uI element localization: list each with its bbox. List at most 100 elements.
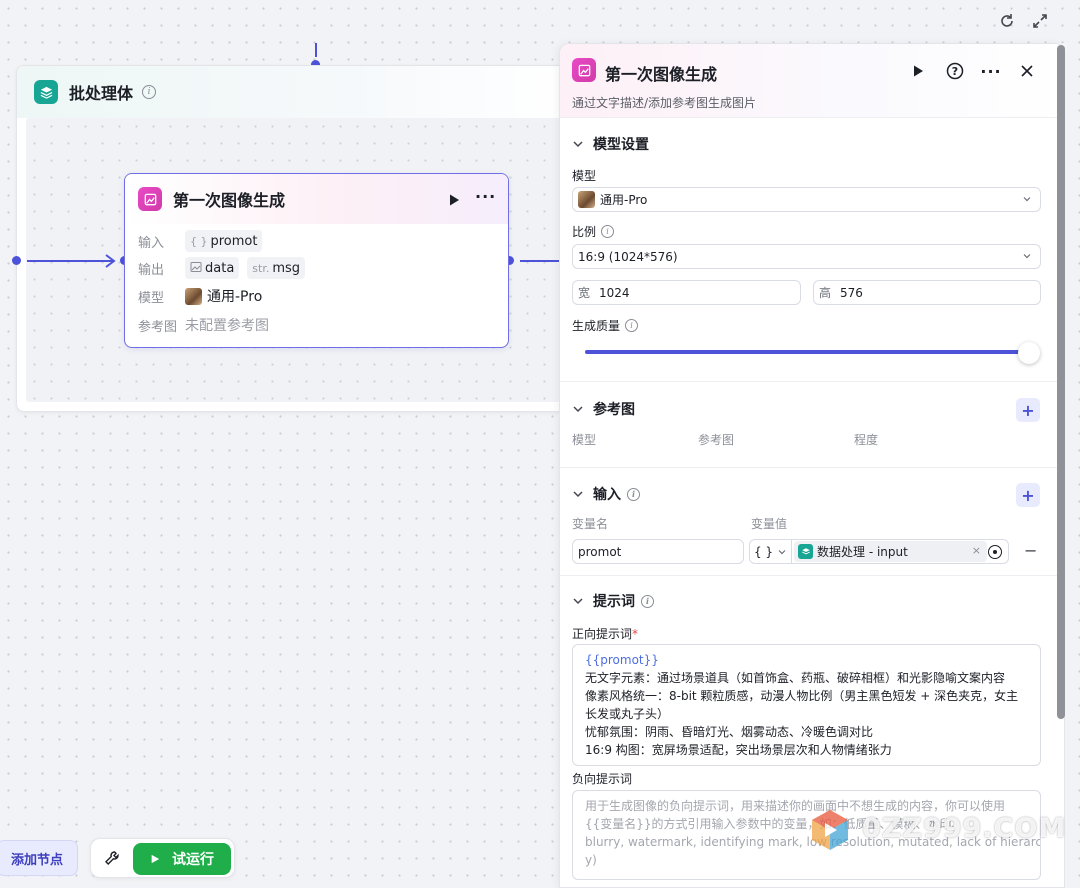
batch-title: 批处理体 bbox=[69, 84, 134, 103]
panel-image-gen-icon bbox=[572, 58, 596, 82]
inputs-info-icon[interactable]: i bbox=[627, 487, 640, 501]
ratio-info-icon[interactable]: i bbox=[601, 225, 615, 238]
panel-title: 第一次图像生成 bbox=[605, 65, 718, 84]
node-ref-row: 参考图 未配置参考图 bbox=[138, 315, 269, 335]
refresh-icon[interactable] bbox=[996, 10, 1018, 32]
fullscreen-icon[interactable] bbox=[1029, 10, 1051, 32]
negative-label: 负向提示词 bbox=[572, 772, 633, 786]
quality-slider-fill bbox=[585, 350, 1029, 354]
width-prefix: 宽 bbox=[578, 286, 591, 300]
panel-more-icon[interactable]: ··· bbox=[980, 60, 1002, 82]
col-var-value: 变量值 bbox=[751, 517, 788, 531]
model-select-value: 通用-Pro bbox=[600, 193, 648, 207]
add-reference-button[interactable]: + bbox=[1016, 398, 1040, 422]
chevron-down-icon bbox=[573, 406, 583, 413]
prompt-line: {{promot}} bbox=[585, 653, 659, 667]
test-run-button[interactable]: 试运行 bbox=[133, 843, 231, 875]
svg-text:?: ? bbox=[952, 65, 958, 78]
chevron-down-icon bbox=[573, 141, 583, 148]
positive-prompt-textarea[interactable]: {{promot}} 无文字元素：通过场景道具（如首饰盒、药瓶、破碎相框）和光影… bbox=[572, 644, 1041, 766]
chevron-down-icon bbox=[1023, 197, 1031, 202]
layers-icon bbox=[34, 80, 58, 104]
prompt-line: 16:9 构图：宽屏场景适配，突出场景层次和人物情绪张力 bbox=[585, 743, 892, 757]
clear-icon[interactable]: × bbox=[972, 544, 981, 557]
ratio-select[interactable]: 16:9 (1024*576) bbox=[572, 244, 1041, 269]
prompt-section[interactable]: 提示词 i bbox=[572, 591, 654, 611]
var-name-value: promot bbox=[578, 544, 622, 559]
width-input[interactable]: 宽 1024 bbox=[572, 280, 801, 305]
node-output-row: 输出 data str. msg bbox=[138, 257, 313, 279]
quality-label: 生成质量 bbox=[572, 319, 621, 333]
prompt-line: 忧郁氛围：阴雨、昏暗灯光、烟雾动态、冷暖色调对比 bbox=[585, 725, 874, 739]
image-gen-node[interactable]: 第一次图像生成 ··· 输入 { } promot 输出 data str. msg… bbox=[124, 173, 509, 348]
reference-section[interactable]: 参考图 bbox=[572, 399, 635, 419]
inputs-title: 输入 bbox=[593, 487, 621, 503]
model-settings-section[interactable]: 模型设置 bbox=[572, 134, 649, 154]
width-value: 1024 bbox=[599, 285, 630, 300]
height-prefix: 高 bbox=[819, 286, 832, 300]
panel-scrollbar-thumb[interactable] bbox=[1057, 45, 1065, 719]
chevron-down-icon bbox=[1023, 254, 1031, 259]
quality-field-label: 生成质量 i bbox=[572, 317, 639, 334]
data-process-icon bbox=[798, 544, 813, 559]
batch-header: 批处理体 i bbox=[17, 66, 575, 118]
model-label: 模型 bbox=[138, 290, 165, 306]
output-data: data bbox=[205, 260, 235, 276]
panel-play-icon[interactable] bbox=[907, 60, 929, 82]
var-name-input[interactable]: promot bbox=[572, 539, 744, 564]
target-icon[interactable] bbox=[988, 545, 1002, 559]
top-connector-line bbox=[315, 43, 317, 57]
chevron-down-icon bbox=[573, 598, 583, 605]
output-msg: msg bbox=[272, 260, 301, 276]
input-chip: { } promot bbox=[185, 230, 263, 252]
positive-label-row: 正向提示词 * bbox=[572, 625, 638, 642]
add-input-button[interactable]: + bbox=[1016, 483, 1040, 507]
var-source-chip: 数据处理 - input × bbox=[794, 541, 987, 562]
prompt-title: 提示词 bbox=[593, 594, 635, 610]
str-prefix: str. bbox=[252, 261, 270, 275]
image-gen-icon bbox=[138, 187, 162, 211]
prompt-line: 长发或丸子头） bbox=[585, 707, 670, 721]
model-field-label: 模型 bbox=[572, 169, 597, 183]
remove-input-icon[interactable]: − bbox=[1024, 541, 1037, 560]
chevron-down-icon bbox=[778, 549, 786, 554]
run-play-icon bbox=[151, 854, 160, 864]
prompt-info-icon[interactable]: i bbox=[641, 594, 654, 608]
inputs-section[interactable]: 输入 i bbox=[572, 484, 640, 504]
divider bbox=[560, 575, 1064, 576]
height-input[interactable]: 高 576 bbox=[813, 280, 1041, 305]
panel-header: 第一次图像生成 ? ··· 通过文字描述/添加参考图生成图片 bbox=[560, 44, 1064, 118]
reference-title: 参考图 bbox=[593, 402, 635, 418]
quality-slider-track[interactable] bbox=[585, 350, 1029, 354]
ref-value: 未配置参考图 bbox=[185, 318, 269, 334]
edge-in bbox=[27, 260, 113, 262]
close-icon[interactable] bbox=[1016, 60, 1038, 82]
node-config-panel: 第一次图像生成 ? ··· 通过文字描述/添加参考图生成图片 模型设置 模型 通… bbox=[559, 43, 1065, 888]
play-icon[interactable] bbox=[447, 192, 461, 206]
ref-col-model: 模型 bbox=[572, 433, 597, 447]
quality-info-icon[interactable]: i bbox=[625, 319, 639, 332]
col-var-name: 变量名 bbox=[572, 517, 609, 531]
input-var: promot bbox=[210, 233, 258, 249]
quality-slider-thumb[interactable] bbox=[1018, 342, 1040, 364]
watermark-text: 0ZZ999.COM bbox=[862, 813, 1067, 844]
add-node-button[interactable]: 添加节点 bbox=[0, 840, 78, 876]
ratio-label: 比例 bbox=[572, 225, 597, 239]
help-icon[interactable]: ? bbox=[944, 60, 966, 82]
model-select-avatar bbox=[578, 191, 595, 208]
model-avatar bbox=[185, 287, 202, 305]
info-icon[interactable]: i bbox=[142, 85, 157, 99]
prompt-line: 像素风格统一：8-bit 颗粒质感，动漫人物比例（男主黑色短发 + 深色夹克，女… bbox=[585, 689, 1019, 703]
var-type-select[interactable]: { } bbox=[750, 540, 792, 563]
var-type: { } bbox=[753, 544, 774, 559]
node-input-row: 输入 { } promot bbox=[138, 230, 270, 252]
run-label: 试运行 bbox=[172, 852, 214, 868]
wrench-icon[interactable] bbox=[104, 850, 120, 866]
batch-left-port[interactable] bbox=[12, 256, 21, 265]
divider bbox=[560, 467, 1064, 468]
model-select[interactable]: 通用-Pro bbox=[572, 187, 1041, 212]
var-value-field[interactable]: { } 数据处理 - input × bbox=[749, 539, 1009, 564]
chevron-down-icon bbox=[573, 491, 583, 498]
braces-icon: { } bbox=[190, 234, 208, 248]
more-icon[interactable]: ··· bbox=[475, 189, 495, 206]
